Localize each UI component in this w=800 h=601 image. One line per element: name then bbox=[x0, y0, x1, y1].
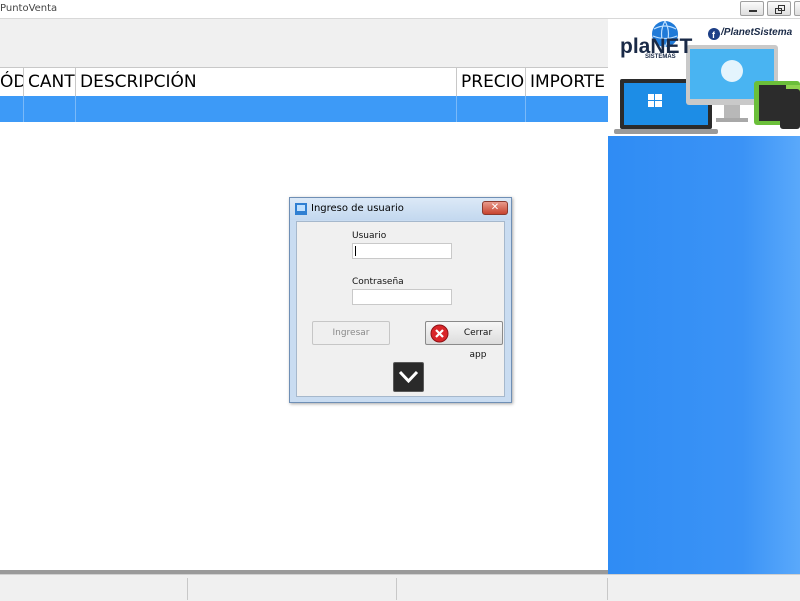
status-panel-1 bbox=[0, 578, 188, 600]
row-cell-codigo[interactable] bbox=[0, 96, 24, 122]
chevron-down-icon bbox=[398, 370, 419, 384]
row-cell-cantidad[interactable] bbox=[24, 96, 76, 122]
restore-icon bbox=[775, 5, 785, 14]
expand-options-button[interactable] bbox=[393, 362, 424, 392]
column-header-descripcion[interactable]: DESCRIPCIÓN bbox=[76, 68, 457, 96]
cancel-icon bbox=[430, 324, 449, 343]
close-icon: ✕ bbox=[490, 202, 500, 213]
login-dialog-titlebar[interactable]: Ingreso de usuario ✕ bbox=[290, 198, 511, 220]
column-header-importe[interactable]: IMPORTE bbox=[526, 68, 608, 96]
close-window-button[interactable] bbox=[794, 1, 800, 16]
status-panel-2 bbox=[188, 578, 397, 600]
cerrar-app-button[interactable]: Cerrar app bbox=[425, 321, 503, 360]
selected-grid-row[interactable] bbox=[0, 96, 608, 122]
sales-grid-header: ÓD CANT DESCRIPCIÓN PRECIO IMPORTE bbox=[0, 67, 608, 97]
contrasena-input[interactable] bbox=[352, 289, 452, 305]
usuario-label: Usuario bbox=[352, 231, 387, 241]
dialog-close-button[interactable]: ✕ bbox=[482, 201, 508, 215]
ingresar-button[interactable]: Ingresar bbox=[312, 321, 390, 345]
app-window-icon bbox=[295, 203, 307, 215]
window-title: PuntoVenta bbox=[0, 3, 58, 14]
brand-subtitle: SISTEMAS bbox=[645, 54, 676, 60]
column-header-precio[interactable]: PRECIO bbox=[457, 68, 526, 96]
contrasena-label: Contraseña bbox=[352, 277, 404, 287]
minimize-icon bbox=[749, 10, 757, 12]
toolbar-area bbox=[0, 19, 608, 67]
status-panel-3 bbox=[397, 578, 608, 600]
social-handle: /PlanetSistema bbox=[721, 27, 793, 38]
window-titlebar: PuntoVenta bbox=[0, 0, 800, 19]
login-dialog: Ingreso de usuario ✕ Usuario Contraseña … bbox=[289, 197, 512, 403]
usuario-input[interactable] bbox=[352, 243, 452, 259]
minimize-button[interactable] bbox=[740, 1, 764, 16]
text-caret bbox=[355, 246, 356, 256]
row-cell-importe[interactable] bbox=[526, 96, 608, 122]
cerrar-app-label: Cerrar app bbox=[463, 328, 493, 360]
row-cell-descripcion[interactable] bbox=[76, 96, 457, 122]
login-dialog-body: Usuario Contraseña Ingresar Cerrar app bbox=[296, 221, 505, 397]
login-dialog-title: Ingreso de usuario bbox=[311, 203, 404, 214]
status-bar bbox=[0, 574, 800, 601]
column-header-cantidad[interactable]: CANT bbox=[24, 68, 76, 96]
row-cell-precio[interactable] bbox=[457, 96, 526, 122]
planet-sistemas-banner: f plaNET SISTEMAS /PlanetSistema bbox=[608, 19, 800, 136]
restore-button[interactable] bbox=[767, 1, 791, 16]
column-header-codigo[interactable]: ÓD bbox=[0, 68, 24, 96]
